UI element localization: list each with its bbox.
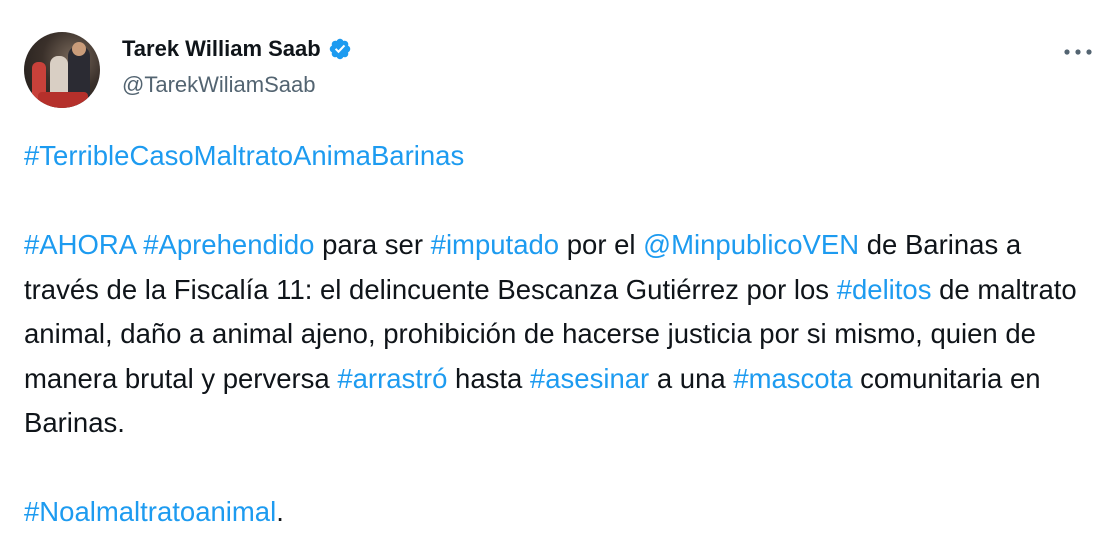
tweet-text-segment: . <box>276 496 284 527</box>
hashtag-link[interactable]: #delitos <box>837 274 932 305</box>
hashtag-link[interactable]: #arrastró <box>337 363 447 394</box>
hashtag-link[interactable]: #asesinar <box>530 363 649 394</box>
tweet-text-segment: a una <box>649 362 734 394</box>
hashtag-link[interactable]: #AHORA <box>24 229 136 260</box>
hashtag-link[interactable]: #Noalmaltratoanimal <box>24 496 276 527</box>
hashtag-link[interactable]: #Aprehendido <box>143 229 314 260</box>
tweet-text-segment: por el <box>559 229 644 260</box>
tweet: Tarek William Saab @TarekWiliamSaab #Ter… <box>0 0 1113 557</box>
tweet-paragraph-1: #TerribleCasoMaltratoAnimaBarinas <box>24 134 1090 179</box>
verified-badge-icon[interactable] <box>328 37 352 61</box>
tweet-paragraph-3: #Noalmaltratoanimal. <box>24 490 1090 535</box>
author-display-name[interactable]: Tarek William Saab <box>122 34 321 64</box>
hashtag-link[interactable]: #mascota <box>733 363 852 394</box>
tweet-text-segment: para ser <box>314 229 431 260</box>
avatar[interactable] <box>24 32 100 108</box>
more-options-icon[interactable] <box>1061 40 1095 64</box>
tweet-paragraph-2: #AHORA #Aprehendido para ser #imputado p… <box>24 223 1090 446</box>
tweet-text: #TerribleCasoMaltratoAnimaBarinas #AHORA… <box>24 134 1090 535</box>
tweet-text-segment: hasta <box>447 362 530 394</box>
author-block: Tarek William Saab @TarekWiliamSaab <box>122 34 352 100</box>
author-handle[interactable]: @TarekWiliamSaab <box>122 70 352 100</box>
mention-link[interactable]: @MinpublicoVEN <box>643 229 859 260</box>
hashtag-link[interactable]: #imputado <box>431 229 559 260</box>
hashtag-link[interactable]: #TerribleCasoMaltratoAnimaBarinas <box>24 140 464 171</box>
